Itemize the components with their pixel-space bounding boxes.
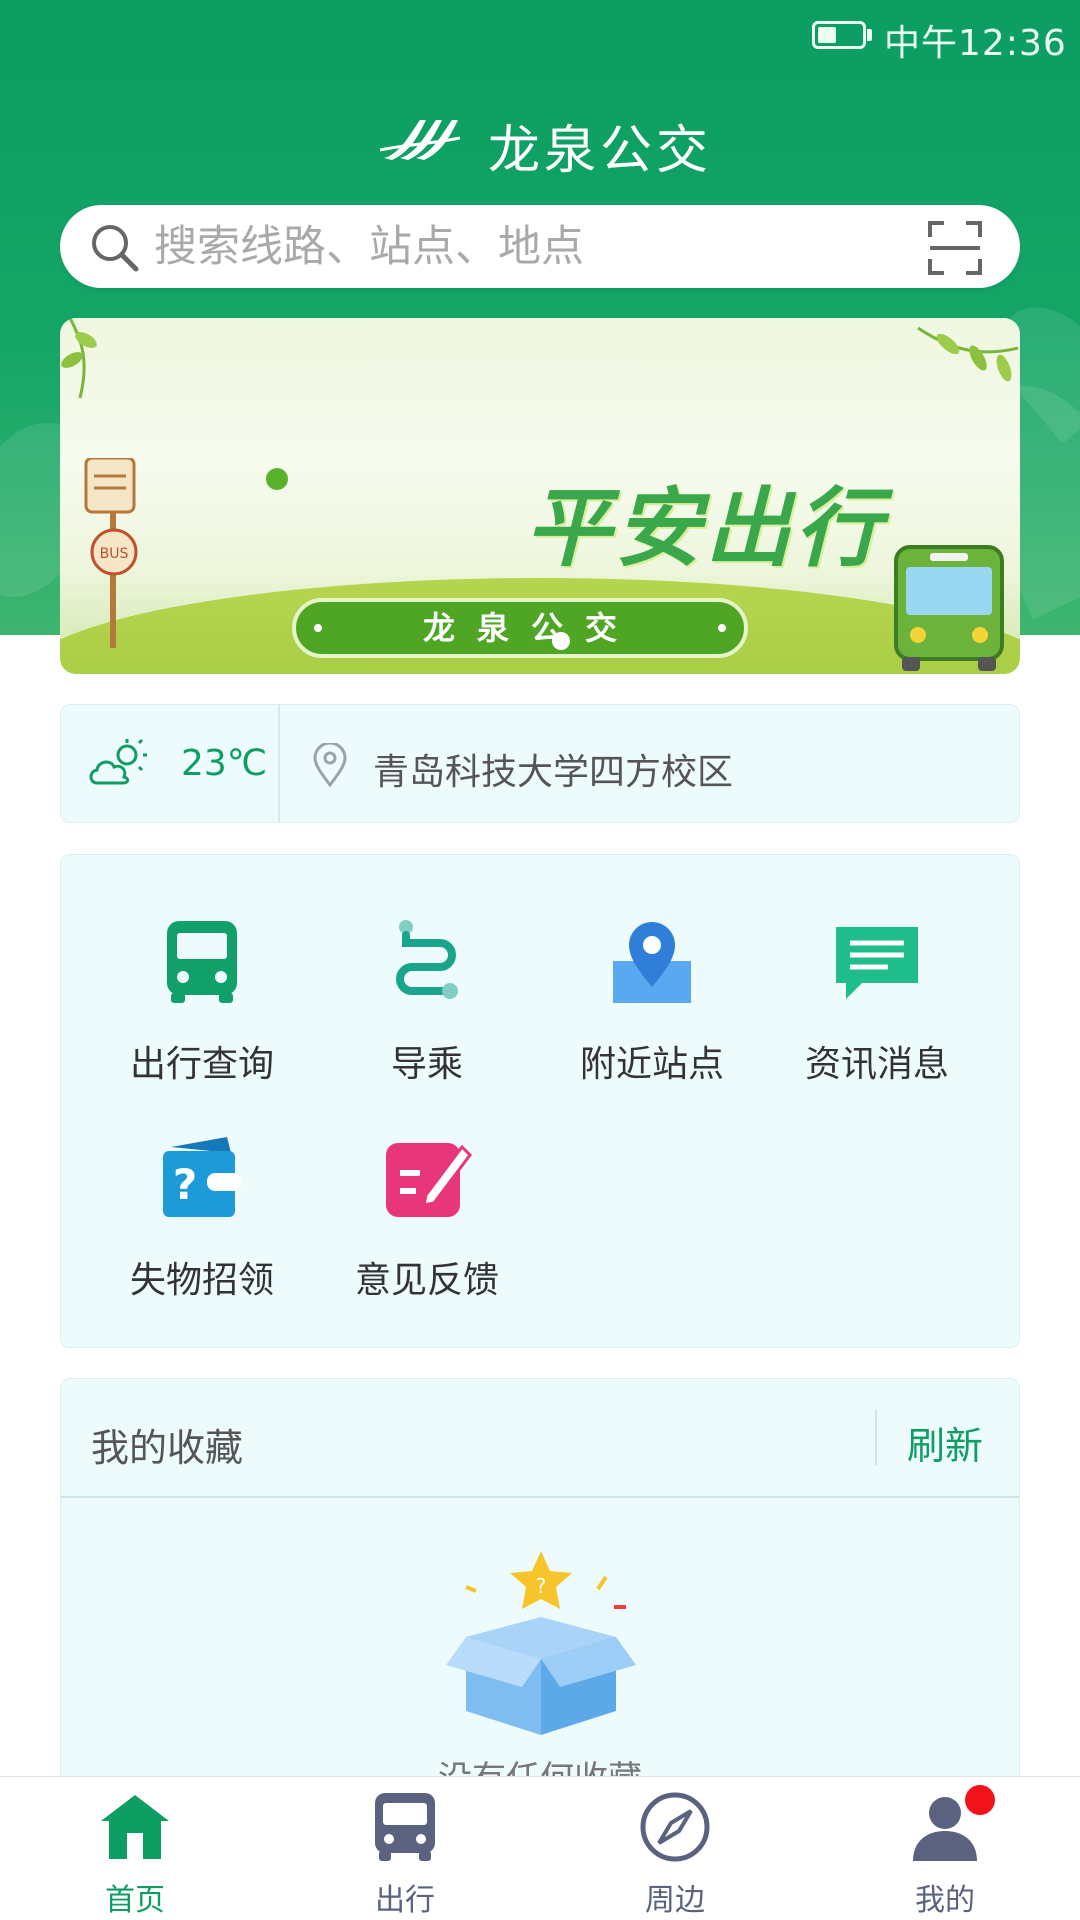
message-icon (836, 927, 918, 999)
compass-icon (640, 1792, 710, 1862)
function-menu: 出行查询 导乘 附近站点 资讯消息 ? 失物招领 意见反馈 (60, 854, 1020, 1348)
app-header: 龙泉公交 (0, 108, 1080, 181)
home-icon (101, 1795, 169, 1859)
search-bar[interactable] (60, 205, 1020, 288)
status-bar: 中午12:36 (0, 0, 1080, 75)
current-location[interactable]: 青岛科技大学四方校区 (373, 743, 733, 795)
menu-news[interactable]: 资讯消息 (787, 917, 967, 1087)
route-icon (396, 920, 458, 999)
svg-text:BUS: BUS (100, 546, 129, 562)
search-icon (92, 225, 139, 272)
leaf-decoration-icon (917, 326, 1019, 382)
map-pin-icon (613, 922, 691, 1003)
battery-icon (812, 21, 866, 49)
nav-trip[interactable]: 出行 (325, 1777, 485, 1920)
notification-badge (965, 1785, 995, 1815)
banner-slogan: 平安出行 (525, 479, 885, 579)
location-pin-icon (313, 743, 347, 787)
nav-mine[interactable]: 我的 (865, 1777, 1025, 1920)
bottom-nav: 首页 出行 周边 我的 (0, 1776, 1080, 1920)
refresh-button[interactable]: 刷新 (907, 1415, 983, 1470)
favorites-header: 我的收藏 刷新 (61, 1379, 1019, 1498)
bus-icon (167, 921, 237, 1003)
svg-text:?: ? (173, 1160, 197, 1209)
menu-trip-query[interactable]: 出行查询 (112, 917, 292, 1087)
carousel-indicator[interactable] (552, 632, 570, 650)
lost-found-icon: ? (163, 1137, 241, 1217)
weather-location-card: 23℃ 青岛科技大学四方校区 (60, 704, 1020, 823)
partly-cloudy-icon (89, 738, 147, 785)
menu-feedback[interactable]: 意见反馈 (337, 1133, 517, 1303)
banner-pill: 龙泉公交 (292, 598, 748, 658)
bus-stop-sign-icon: BUS (84, 458, 138, 648)
menu-ride-guide[interactable]: 导乘 (337, 917, 517, 1087)
menu-nearby-stations[interactable]: 附近站点 (562, 917, 742, 1087)
scan-icon[interactable] (926, 219, 984, 277)
svg-text:?: ? (536, 1574, 547, 1598)
empty-box-icon: ? (446, 1551, 636, 1735)
leaf-decoration-icon (61, 318, 97, 399)
favorites-title: 我的收藏 (91, 1426, 244, 1470)
temperature: 23℃ (181, 743, 268, 784)
nav-nearby[interactable]: 周边 (595, 1777, 755, 1920)
feedback-icon (386, 1143, 472, 1217)
nav-home[interactable]: 首页 (55, 1777, 215, 1920)
home-screen: 中午12:36 龙泉公交 搜索线路、站点、地点 BUS 平安出行 龙泉公交 23… (0, 0, 1080, 1920)
bus-illustration-icon (894, 545, 1004, 671)
menu-lost-found[interactable]: ? 失物招领 (112, 1133, 292, 1303)
status-time: 中午12:36 (884, 23, 1067, 64)
app-title: 龙泉公交 (488, 121, 713, 181)
app-logo-icon (380, 120, 460, 160)
promo-banner[interactable]: BUS 平安出行 龙泉公交 (60, 318, 1020, 674)
search-input[interactable] (152, 217, 936, 277)
bus-icon (375, 1793, 435, 1861)
